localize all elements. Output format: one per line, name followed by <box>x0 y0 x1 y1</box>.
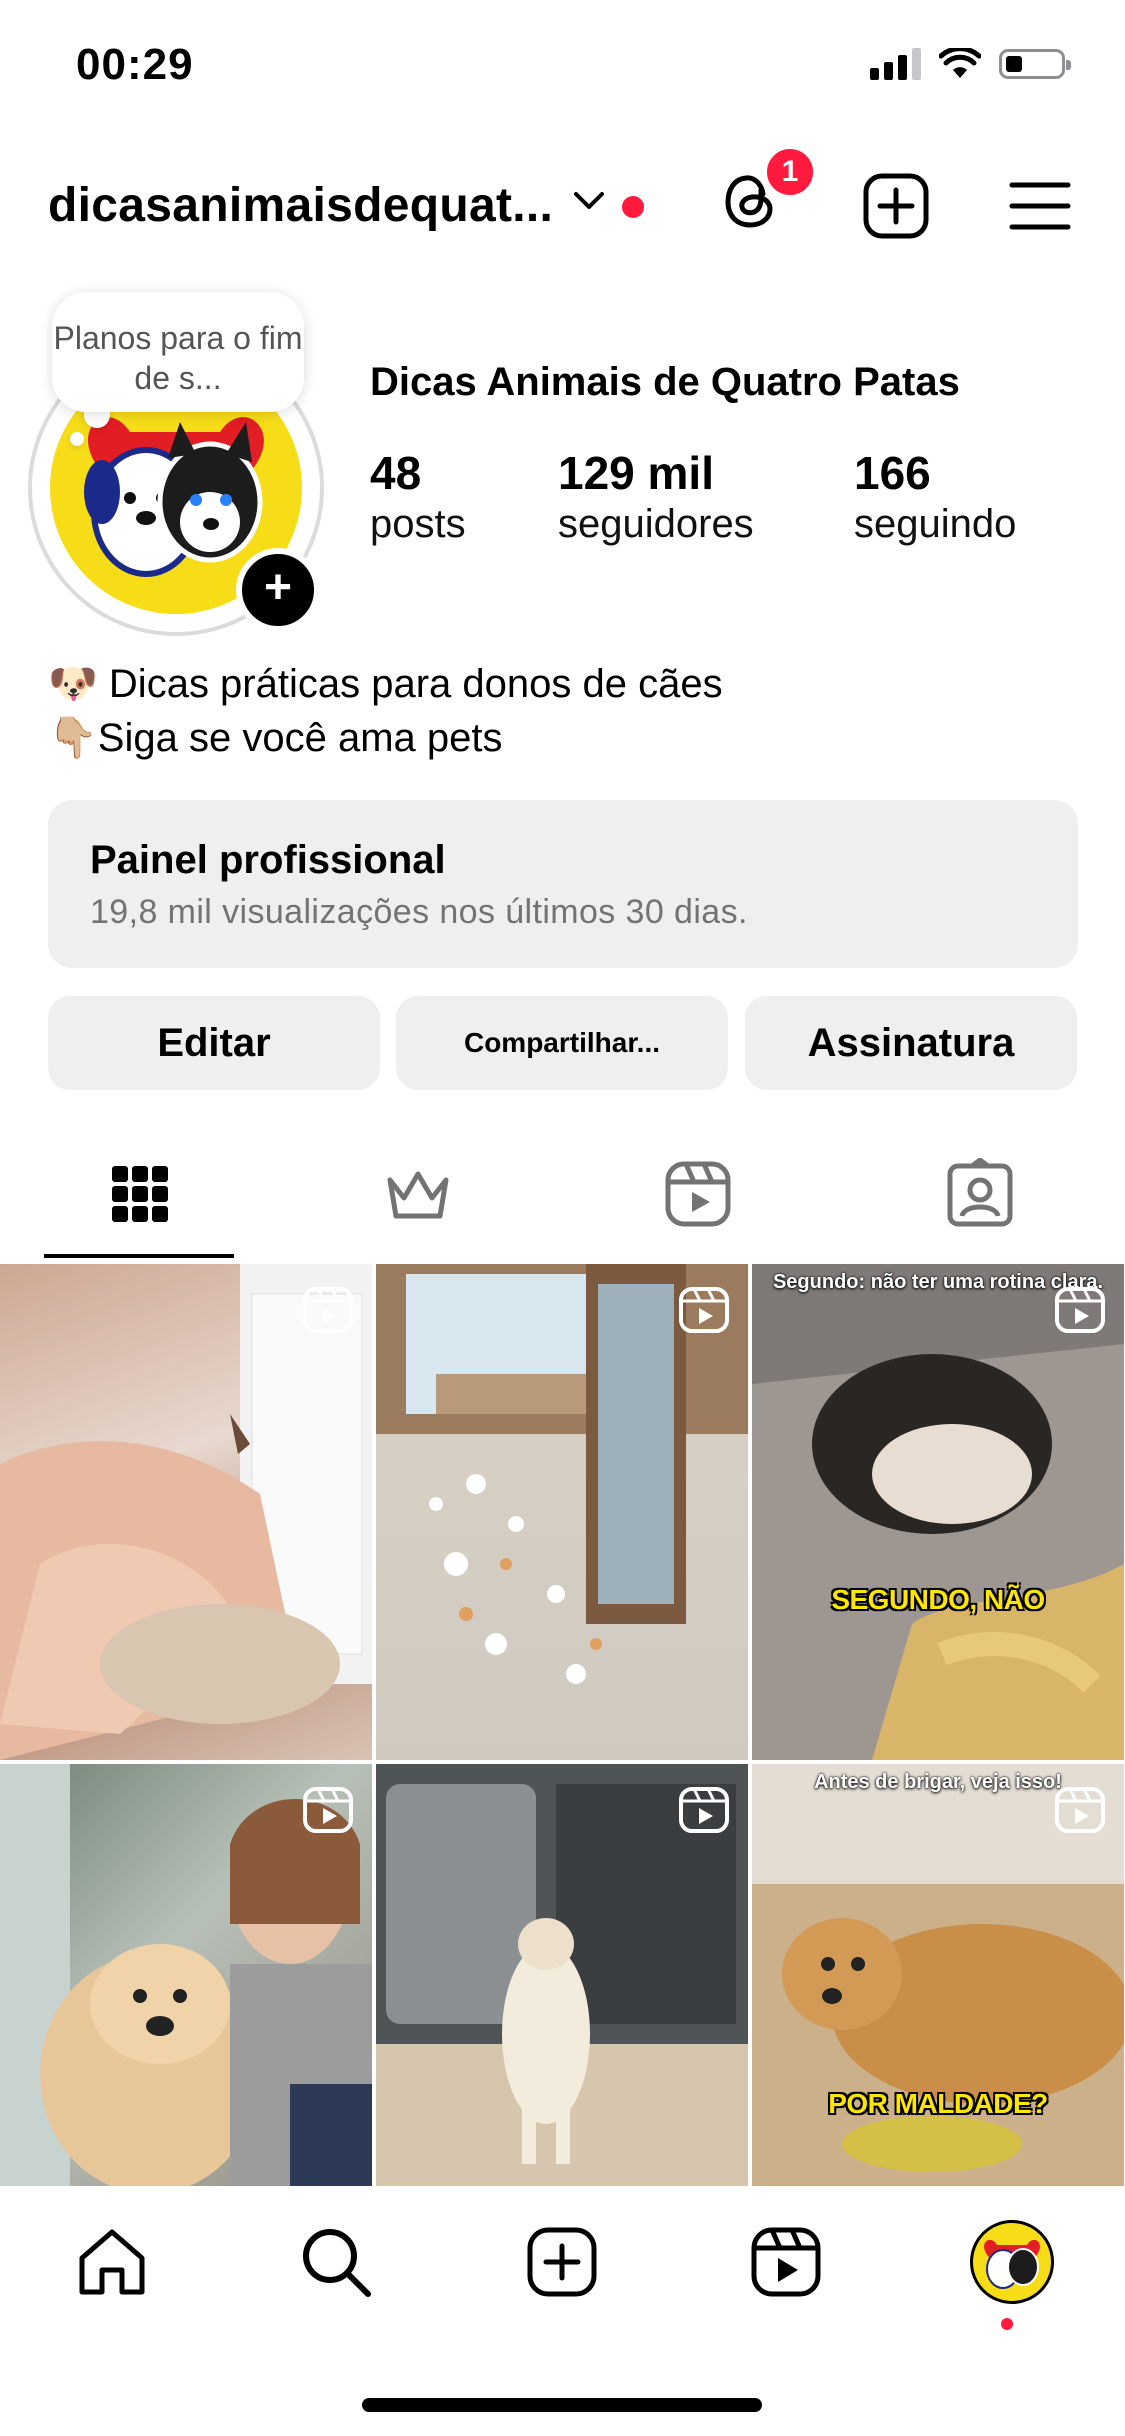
post-tile[interactable] <box>376 1264 748 1760</box>
note-bubble-tail <box>70 432 84 446</box>
add-story-button[interactable]: + <box>236 548 320 632</box>
tagged-icon[interactable] <box>944 1158 1016 1230</box>
battery-icon <box>999 49 1071 79</box>
create-post-icon[interactable] <box>862 172 930 240</box>
post-tile[interactable]: Segundo: não ter uma rotina clara. SEGUN… <box>752 1264 1124 1760</box>
professional-dashboard[interactable]: Painel profissional 19,8 mil visualizaçõ… <box>48 800 1078 968</box>
posts-count[interactable]: 48 <box>370 446 421 500</box>
display-name: Dicas Animais de Quatro Patas <box>370 360 960 404</box>
menu-icon[interactable] <box>1008 180 1072 232</box>
dashboard-subtitle: 19,8 mil visualizações nos últimos 30 di… <box>90 893 748 931</box>
profile-notification-dot <box>1001 2318 1013 2330</box>
threads-button[interactable]: 1 <box>718 146 816 239</box>
status-icons <box>870 48 1071 80</box>
reel-badge-icon <box>1055 1787 1105 1833</box>
home-icon[interactable] <box>74 2224 150 2300</box>
wifi-icon <box>939 48 981 78</box>
crown-icon[interactable] <box>382 1158 454 1230</box>
profile-note[interactable]: Planos para o fim de s... <box>52 292 304 412</box>
subscription-button[interactable]: Assinatura <box>745 996 1077 1090</box>
username-switcher[interactable]: dicasanimaisdequat... <box>48 178 553 233</box>
grid-icon[interactable] <box>104 1158 176 1230</box>
status-time: 00:29 <box>76 40 194 89</box>
reel-badge-icon <box>679 1787 729 1833</box>
bio-line: 👇🏼Siga se você ama pets <box>48 716 503 760</box>
threads-badge: 1 <box>764 146 816 198</box>
post-caption-mid: SEGUNDO, NÃO <box>831 1584 1045 1615</box>
post-tile[interactable] <box>0 1264 372 1760</box>
chevron-down-icon[interactable] <box>572 190 606 212</box>
notification-dot <box>622 196 644 218</box>
reel-badge-icon <box>1055 1287 1105 1333</box>
share-profile-button[interactable]: Compartilhar... <box>396 996 728 1090</box>
cellular-signal-icon <box>870 48 921 80</box>
followers-count[interactable]: 129 mil <box>558 446 714 500</box>
bio-line: 🐶 Dicas práticas para donos de cães <box>48 662 723 706</box>
followers-label[interactable]: seguidores <box>558 502 754 547</box>
edit-profile-button[interactable]: Editar <box>48 996 380 1090</box>
following-label[interactable]: seguindo <box>854 502 1016 547</box>
dashboard-title: Painel profissional <box>90 838 446 882</box>
following-count[interactable]: 166 <box>854 446 931 500</box>
reels-tab-icon[interactable] <box>662 1158 734 1230</box>
reel-badge-icon <box>303 1287 353 1333</box>
create-icon[interactable] <box>524 2224 600 2300</box>
reels-icon[interactable] <box>748 2224 824 2300</box>
profile-nav-avatar[interactable] <box>970 2220 1054 2304</box>
reel-badge-icon <box>303 1787 353 1833</box>
posts-label[interactable]: posts <box>370 502 466 547</box>
reel-badge-icon <box>679 1287 729 1333</box>
search-icon[interactable] <box>298 2224 374 2300</box>
active-tab-indicator <box>44 1254 234 1258</box>
home-indicator <box>362 2398 762 2412</box>
post-caption-mid: POR MALDADE? <box>828 2088 1048 2119</box>
